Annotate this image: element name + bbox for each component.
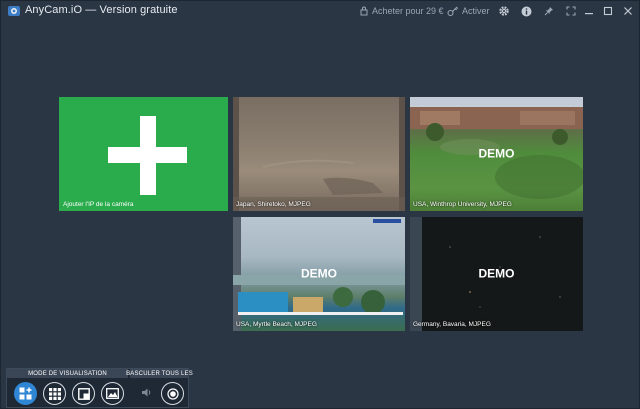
maximize-button[interactable] (600, 3, 616, 19)
gear-icon (498, 5, 510, 17)
grid-9-icon (48, 387, 61, 400)
add-grid-button[interactable] (14, 382, 37, 405)
camera-tile-myrtle-beach[interactable]: DEMO USA, Myrtle Beach, MJPEG (233, 217, 405, 331)
demo-label: DEMO (478, 146, 515, 161)
camera-caption: USA, Winthrop University, MJPEG (413, 201, 512, 208)
view-mode-header: MODE DE VISUALISATION (7, 369, 128, 378)
single-view-button[interactable] (72, 382, 95, 405)
demo-label: DEMO (478, 266, 515, 281)
title-bar: AnyCam.iO — Version gratuite Acheter pou… (1, 1, 639, 21)
camera-feed-image (233, 97, 405, 211)
view-mode-toolbar: MODE DE VISUALISATION BASCULER TOUS LES (6, 368, 193, 408)
demo-label: DEMO (301, 266, 337, 281)
camera-tile-shiretoko[interactable]: Japan, Shiretoko, MJPEG (233, 97, 405, 211)
app-window: AnyCam.iO — Version gratuite Acheter pou… (0, 0, 640, 409)
pin-button[interactable] (541, 3, 557, 19)
close-button[interactable] (620, 3, 636, 19)
speaker-icon (141, 385, 153, 403)
image-view-button[interactable] (101, 382, 124, 405)
camera-tile-bavaria[interactable]: DEMO Germany, Bavaria, MJPEG (410, 217, 583, 331)
single-view-icon (77, 387, 90, 400)
info-button[interactable] (518, 3, 534, 19)
grid-view-button[interactable] (43, 382, 66, 405)
add-camera-tile[interactable]: Ajouter l'IP de la caméra (59, 97, 228, 211)
close-icon (623, 6, 633, 16)
camera-tile-winthrop[interactable]: DEMO USA, Winthrop University, MJPEG (410, 97, 583, 211)
cart-icon (359, 6, 369, 16)
fullscreen-icon (566, 6, 576, 16)
info-icon (521, 6, 532, 17)
activate-label: Activer (462, 6, 490, 16)
buy-button[interactable]: Acheter pour 29 € (359, 3, 444, 19)
plus-icon-vertical (140, 116, 156, 195)
maximize-icon (603, 6, 613, 16)
activate-button[interactable]: Activer (447, 3, 490, 19)
record-all-button[interactable] (161, 382, 184, 405)
minimize-icon (584, 6, 594, 16)
switch-all-header: BASCULER TOUS LES (126, 369, 193, 378)
add-camera-label: Ajouter l'IP de la caméra (63, 201, 134, 208)
camera-caption: Germany, Bavaria, MJPEG (413, 321, 491, 328)
camera-caption: Japan, Shiretoko, MJPEG (236, 201, 311, 208)
record-icon (166, 387, 179, 400)
key-icon (447, 6, 459, 17)
image-view-icon (106, 388, 119, 399)
buy-label: Acheter pour 29 € (372, 6, 444, 16)
pin-icon (544, 6, 554, 16)
settings-button[interactable] (496, 3, 512, 19)
camera-caption: USA, Myrtle Beach, MJPEG (236, 321, 317, 328)
mute-toggle-button[interactable] (135, 382, 158, 405)
add-grid-icon (19, 387, 32, 400)
minimize-button[interactable] (581, 3, 597, 19)
window-title: AnyCam.iO — Version gratuite (25, 4, 178, 16)
fullscreen-button[interactable] (563, 3, 579, 19)
app-logo-icon (7, 4, 21, 18)
